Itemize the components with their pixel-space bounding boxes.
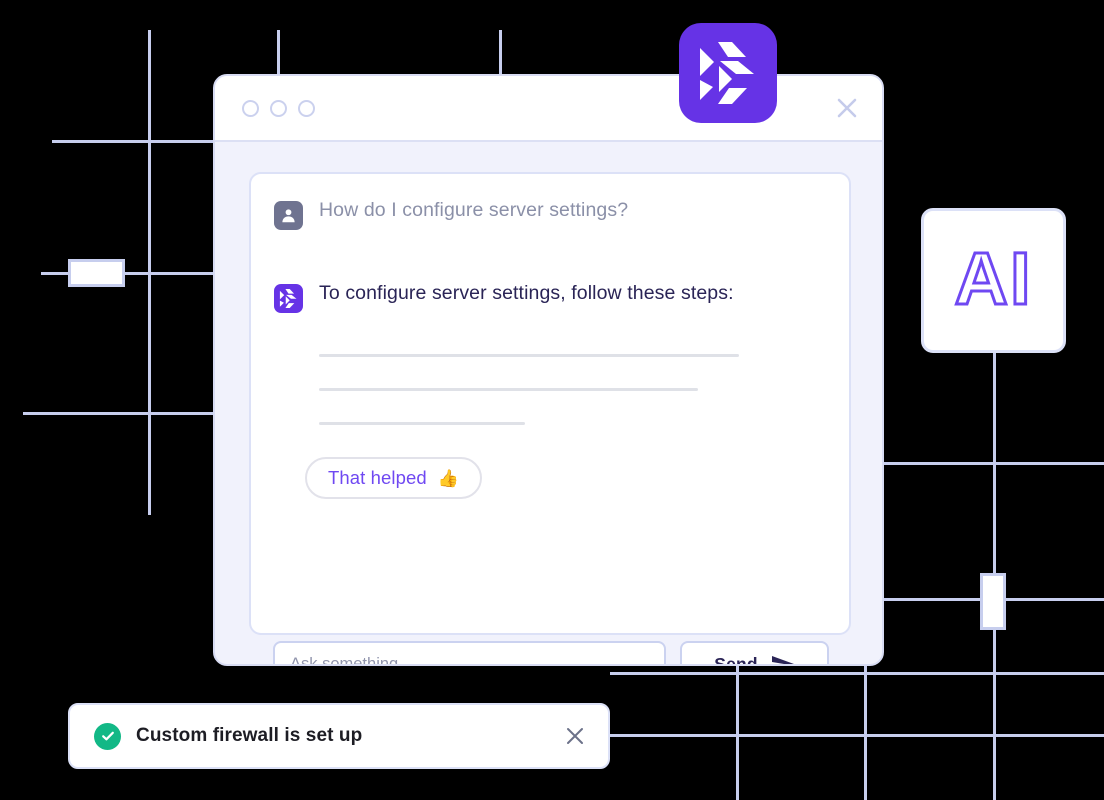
toast-notification: Custom firewall is set up — [68, 703, 610, 769]
window-close-button[interactable] — [832, 93, 862, 123]
window-dot-2[interactable] — [270, 99, 287, 117]
grid-horizontal-line — [610, 734, 1104, 737]
skeleton-line-3 — [319, 422, 525, 425]
message-assistant: To configure server settings, follow the… — [274, 282, 826, 313]
toast-message: Custom firewall is set up — [136, 725, 363, 746]
grid-vertical-line — [736, 666, 739, 800]
check-icon — [101, 731, 114, 741]
chat-window: How do I configure server settings? To c… — [213, 74, 884, 666]
assistant-message-text: To configure server settings, follow the… — [319, 282, 734, 304]
app-logo-badge — [679, 23, 777, 123]
grid-horizontal-line — [884, 598, 993, 601]
window-traffic-lights — [242, 99, 315, 117]
grid-vertical-line — [864, 666, 867, 800]
assistant-avatar — [274, 284, 303, 313]
user-message-text: How do I configure server settings? — [319, 199, 629, 221]
conversation-card: How do I configure server settings? To c… — [249, 172, 851, 635]
grid-vertical-line — [993, 628, 996, 800]
window-dot-3[interactable] — [298, 99, 315, 117]
skeleton-line-2 — [319, 388, 698, 391]
grid-horizontal-line — [884, 462, 1104, 465]
that-helped-label: That helped — [328, 467, 427, 488]
brand-mark-icon — [279, 289, 297, 308]
toast-close-button[interactable] — [562, 723, 588, 749]
ask-input[interactable] — [273, 641, 666, 664]
user-avatar-icon — [282, 209, 295, 223]
check-circle-icon — [94, 722, 121, 750]
close-icon — [567, 728, 583, 744]
ai-node-label: AI — [953, 236, 1033, 320]
user-avatar — [274, 201, 303, 230]
window-titlebar — [215, 76, 882, 142]
send-label: Send — [714, 653, 758, 666]
grid-vertical-line — [499, 30, 502, 76]
thumbs-up-icon: 👍 — [437, 468, 459, 488]
window-dot-1[interactable] — [242, 99, 259, 117]
close-icon — [837, 98, 857, 118]
brand-mark-icon — [700, 42, 754, 104]
answer-skeleton-placeholder — [319, 354, 826, 425]
message-user: How do I configure server settings? — [274, 199, 826, 230]
grid-node — [68, 259, 125, 287]
skeleton-line-1 — [319, 354, 739, 357]
grid-node — [980, 573, 1006, 630]
that-helped-button[interactable]: That helped 👍 — [305, 457, 482, 499]
grid-horizontal-line — [610, 672, 1104, 675]
grid-vertical-line — [277, 30, 280, 76]
send-arrow-icon — [771, 656, 794, 664]
ai-node-card: AI — [921, 208, 1066, 353]
composer-row: Send — [273, 641, 829, 666]
grid-horizontal-line — [1005, 598, 1104, 601]
send-button[interactable]: Send — [680, 641, 829, 666]
